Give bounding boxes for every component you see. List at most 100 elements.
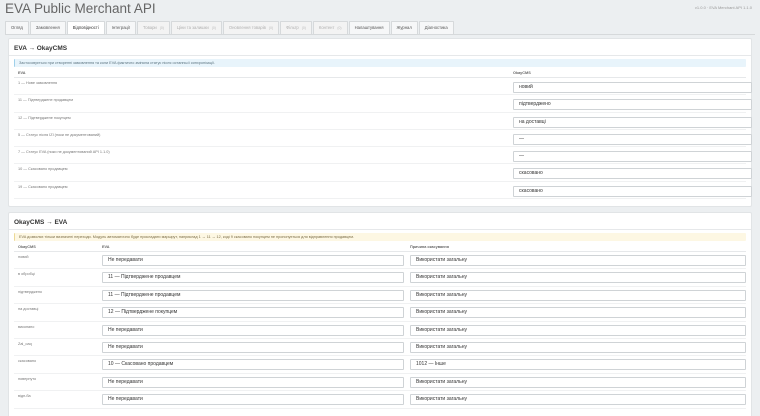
mapping-row: 10 — Скасовано продавцем скасовано	[14, 164, 752, 182]
mapping-row: в обробці 11 — Підтверджене продавцем Вико…	[14, 269, 746, 287]
mapping-row: відп-ба Не передавати Використати загальну	[14, 391, 746, 409]
tab-item[interactable]: Контент (0)	[312, 21, 348, 34]
mapping-row: Zal_oaq Не передавати Використати загальну	[14, 339, 746, 357]
eva-status-select[interactable]: Не передавати	[102, 394, 404, 406]
tab-item[interactable]: Фільтр (0)	[280, 21, 312, 34]
column-header-okaycms: OkayCMS	[18, 245, 36, 249]
eva-status-select[interactable]: 12 — Підтверджене покупцем	[102, 307, 404, 319]
cancel-reason-select[interactable]: Використати загальну	[410, 255, 746, 266]
tab-label: Контент	[318, 25, 335, 30]
eva-status-select[interactable]: Не передавати	[102, 341, 404, 353]
mapping-row: скасовано 10 — Скасовано продавцем 1012 — …	[14, 356, 746, 374]
tab-label: Огляд	[11, 25, 23, 30]
tab-item[interactable]: Ціни та залишки (0)	[170, 21, 222, 34]
okaycms-status-select[interactable]: новий	[513, 82, 752, 93]
mapping-row: 12 — Підтверджене покупцем на доставці	[14, 113, 752, 130]
eva-status-label: 5 — Статус після IZI (поки не документов…	[18, 132, 101, 137]
cancel-reason-select[interactable]: Використати загальну	[410, 394, 746, 406]
eva-status-select[interactable]: 11 — Підтверджене продавцем	[102, 289, 404, 301]
tab-count-badge: (0)	[159, 26, 164, 30]
eva-status-select[interactable]: 10 — Скасовано продавцем	[102, 359, 404, 371]
cancel-reason-select[interactable]: 1012 — Інше	[410, 359, 746, 371]
table-header: EVA OkayCMS	[14, 69, 746, 78]
tab-item[interactable]: Товари (0)	[137, 21, 170, 34]
tab-label: Відповідності	[72, 25, 99, 30]
okaycms-status-select[interactable]: скасовано	[513, 185, 752, 197]
tab-item[interactable]: Налаштування	[348, 21, 390, 34]
cancel-reason-select[interactable]: Використати загальну	[410, 324, 746, 336]
mapping-row: 1 — Нове замовлення новий	[14, 78, 752, 96]
okaycms-status-label: в обробці	[18, 272, 35, 277]
warning-note: EVA дозволяє тільки визначені переходи. …	[14, 233, 746, 241]
tab-bar: Огляд Замовлення Відповідності Інтеграції То…	[5, 21, 455, 34]
eva-status-label: 12 — Підтверджене покупцем	[18, 115, 71, 120]
version-label: v1.0.0 · EVA Merchant API 1.1.0	[694, 5, 752, 10]
tab-label: Налаштування	[354, 25, 384, 30]
tab-label: Інтеграції	[111, 25, 131, 30]
okaycms-status-select[interactable]: на доставці	[513, 116, 752, 128]
cancel-reason-select[interactable]: Використати загальну	[410, 272, 746, 284]
mapping-row: новий Не передавати Використати загальну	[14, 252, 746, 270]
okaycms-status-label: підтверджено	[18, 289, 43, 294]
column-header-okaycms: OkayCMS	[513, 71, 531, 75]
mapping-row: 11 — Підтверджене продавцем підтверджено	[14, 95, 752, 113]
tab-item[interactable]: Діагностика	[418, 21, 454, 34]
info-note: Застосовується при створенні замовлення …	[14, 59, 746, 67]
eva-status-label: 10 — Скасовано продавцем	[18, 167, 68, 172]
eva-status-label: 7 — Статус EVA (поки не документований A…	[18, 150, 110, 155]
app-title: EVA Public Merchant API	[5, 1, 156, 16]
cancel-reason-select[interactable]: Використати загальну	[410, 289, 746, 301]
tab-item[interactable]: Оновлення товарів (0)	[222, 21, 280, 34]
tab-item[interactable]: Відповідності	[66, 21, 105, 34]
eva-status-label: 1 — Нове замовлення	[18, 81, 58, 85]
eva-status-select[interactable]: 11 — Підтверджене продавцем	[102, 272, 404, 284]
table-header: OkayCMS EVA Причина скасування	[14, 243, 746, 252]
eva-status-label: 11 — Підтверджене продавцем	[18, 98, 74, 103]
mapping-row: підтверджено 11 — Підтверджене продавцем В…	[14, 287, 746, 305]
tab-count-badge: (0)	[211, 26, 216, 30]
cancel-reason-select[interactable]: Використати загальну	[410, 307, 746, 319]
okaycms-status-label: скасовано	[18, 359, 37, 364]
tab-count-badge: (0)	[301, 26, 306, 30]
mapping-row: 7 — Статус EVA (поки не документований A…	[14, 147, 752, 165]
cancel-reason-select[interactable]: Використати загальну	[410, 376, 746, 388]
tab-label: Оновлення товарів	[228, 25, 266, 30]
eva-status-label: 19 — Скасовано продавцем	[18, 184, 68, 189]
eva-status-select[interactable]: Не передавати	[102, 376, 404, 388]
tab-item[interactable]: Журнал	[390, 21, 418, 34]
column-header-eva: EVA	[102, 245, 110, 249]
mapping-row: виконано Не передавати Використати загальн…	[14, 322, 746, 339]
okaycms-status-label: новий	[18, 255, 29, 259]
eva-status-select[interactable]: Не передавати	[102, 255, 404, 266]
tab-label: Замовлення	[35, 25, 60, 30]
mapping-row: 19 — Скасовано продавцем скасовано	[14, 182, 752, 200]
okaycms-status-select[interactable]: скасовано	[513, 168, 752, 180]
mapping-row: повернуто Не передавати Використати загаль…	[14, 374, 746, 392]
eva-status-select[interactable]: Не передавати	[102, 324, 404, 336]
okaycms-status-label: Zal_oaq	[18, 341, 32, 346]
cancel-reason-select[interactable]: Використати загальну	[410, 341, 746, 353]
okaycms-status-label: відп-ба	[18, 394, 31, 399]
panel-title: EVA → OkayCMS	[9, 39, 751, 56]
tab-item[interactable]: Замовлення	[29, 21, 66, 34]
okaycms-status-select[interactable]: —	[513, 133, 752, 145]
panel-title: OkayCMS → EVA	[9, 213, 751, 230]
okaycms-status-label: на доставці	[18, 307, 39, 312]
okaycms-status-label: виконано	[18, 324, 35, 329]
tab-label: Журнал	[396, 25, 412, 30]
column-header-eva: EVA	[18, 71, 26, 75]
okaycms-status-label: повернуто	[18, 376, 37, 381]
okaycms-status-select[interactable]: підтверджено	[513, 99, 752, 111]
mapping-row: 5 — Статус після IZI (поки не документов…	[14, 130, 752, 148]
column-header-reason: Причина скасування	[410, 245, 449, 249]
tab-item[interactable]: Огляд	[5, 21, 29, 34]
mapping-row: на доставці 12 — Підтверджене покупцем Вик…	[14, 304, 746, 322]
okaycms-status-select[interactable]: —	[513, 151, 752, 163]
tab-label: Ціни та залишки	[176, 25, 209, 30]
okaycms-to-eva-panel: OkayCMS → EVA EVA дозволяє тільки визнач…	[8, 212, 752, 416]
tab-count-badge: (0)	[268, 26, 274, 30]
tab-item[interactable]: Інтеграції	[105, 21, 137, 34]
tab-count-badge: (0)	[337, 26, 342, 30]
eva-to-okaycms-panel: EVA → OkayCMS Застосовується при створен…	[8, 38, 752, 207]
tab-label: Товари	[143, 25, 157, 30]
